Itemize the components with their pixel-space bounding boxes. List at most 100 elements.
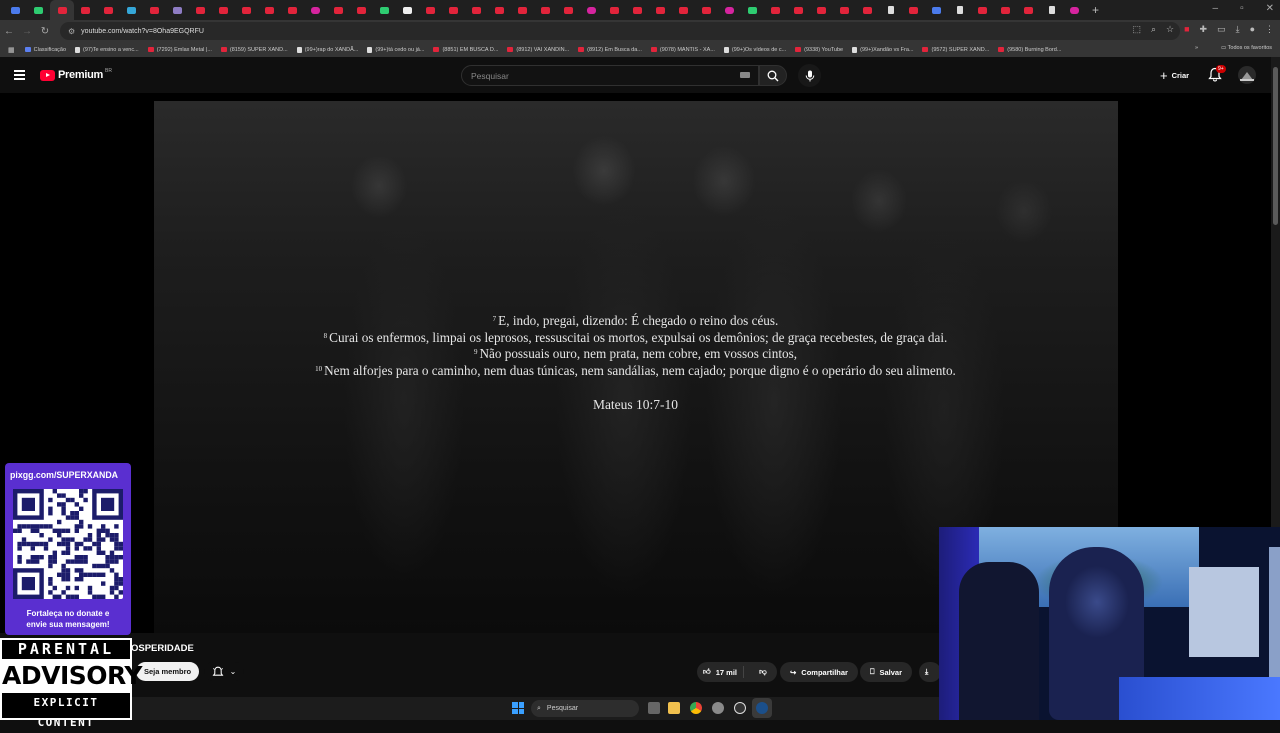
- install-icon[interactable]: ⬚: [1132, 24, 1141, 35]
- browser-tab[interactable]: [902, 0, 925, 20]
- download-button[interactable]: ⤓: [919, 662, 941, 682]
- bookmark-item[interactable]: (9580) Burning Bord...: [998, 47, 1061, 53]
- bookmark-item[interactable]: (8912) Em Busca da...: [578, 47, 642, 53]
- browser-tab[interactable]: [212, 0, 235, 20]
- browser-tab[interactable]: [97, 0, 120, 20]
- forward-icon[interactable]: →: [18, 26, 36, 37]
- save-button[interactable]: ⎕ Salvar: [860, 662, 913, 682]
- browser-tab[interactable]: [1063, 0, 1086, 20]
- notifications-button[interactable]: 9+: [1208, 65, 1226, 83]
- join-membership-button[interactable]: Seja membro: [136, 662, 200, 681]
- zoom-icon[interactable]: ⌕: [1151, 24, 1156, 35]
- address-bar[interactable]: ⚙ youtube.com/watch?v=8Oha9EGQRFU: [60, 22, 1180, 40]
- bookmark-item[interactable]: (8159) SUPER XAND...: [220, 47, 288, 53]
- keyboard-icon[interactable]: [740, 72, 750, 78]
- extension-icon[interactable]: ■: [1184, 24, 1189, 35]
- browser-tab[interactable]: [879, 0, 902, 20]
- site-info-icon[interactable]: ⚙: [68, 27, 75, 36]
- bookmark-item[interactable]: (8912) VAI XANDIN...: [507, 47, 569, 53]
- bookmark-item[interactable]: (7292) Emlax Metal |...: [147, 47, 212, 53]
- bookmark-item[interactable]: (99+)rap do XANDÃ...: [296, 46, 358, 53]
- bookmark-item[interactable]: (99+)Os vídeos de c...: [723, 46, 786, 53]
- browser-tab[interactable]: [994, 0, 1017, 20]
- browser-tab[interactable]: [281, 0, 304, 20]
- hamburger-menu-icon[interactable]: [14, 70, 25, 80]
- settings-icon[interactable]: [712, 702, 724, 714]
- browser-tab[interactable]: [672, 0, 695, 20]
- sidepanel-icon[interactable]: ▭: [1217, 24, 1226, 35]
- new-tab-icon[interactable]: +: [1092, 3, 1099, 17]
- maximize-icon[interactable]: ▫: [1240, 3, 1244, 14]
- browser-tab[interactable]: [764, 0, 787, 20]
- downloads-icon[interactable]: ⤓: [1236, 24, 1240, 35]
- bookmark-item[interactable]: (9078) MANTIS - XA...: [650, 47, 715, 53]
- reload-icon[interactable]: ↻: [36, 26, 54, 37]
- all-bookmarks[interactable]: ▭ Todos os favoritos: [1221, 45, 1272, 51]
- browser-tab[interactable]: [856, 0, 879, 20]
- browser-tab[interactable]: [396, 0, 419, 20]
- dislike-button[interactable]: 👎︎: [749, 667, 777, 677]
- voice-search-button[interactable]: [798, 64, 821, 87]
- browser-tab[interactable]: [1017, 0, 1040, 20]
- browser-tab[interactable]: [327, 0, 350, 20]
- more-bookmarks-icon[interactable]: »: [1195, 45, 1198, 51]
- browser-tab[interactable]: [649, 0, 672, 20]
- browser-tab[interactable]: [465, 0, 488, 20]
- create-button[interactable]: + Criar: [1152, 66, 1197, 85]
- browser-tab[interactable]: [120, 0, 143, 20]
- taskbar-search[interactable]: ⌕ Pesquisar: [531, 700, 639, 717]
- browser-tab[interactable]: [511, 0, 534, 20]
- task-view-icon[interactable]: [648, 702, 660, 714]
- steam-active-app[interactable]: [752, 698, 772, 718]
- browser-tab[interactable]: [235, 0, 258, 20]
- back-icon[interactable]: ←: [0, 26, 18, 37]
- browser-tab[interactable]: [74, 0, 97, 20]
- browser-tab[interactable]: [833, 0, 856, 20]
- browser-tab[interactable]: [373, 0, 396, 20]
- apps-grid-icon[interactable]: ▦: [8, 46, 15, 54]
- share-button[interactable]: ↪ Compartilhar: [780, 662, 858, 682]
- browser-tab[interactable]: [419, 0, 442, 20]
- close-window-icon[interactable]: ✕: [1266, 3, 1274, 14]
- browser-tab[interactable]: [741, 0, 764, 20]
- browser-tab[interactable]: [718, 0, 741, 20]
- profile-icon[interactable]: ●: [1250, 24, 1255, 35]
- browser-tab[interactable]: [27, 0, 50, 20]
- obs-icon[interactable]: [734, 702, 746, 714]
- browser-tab[interactable]: [4, 0, 27, 20]
- browser-tab[interactable]: [488, 0, 511, 20]
- search-button[interactable]: [759, 65, 787, 86]
- browser-tab[interactable]: [442, 0, 465, 20]
- browser-tab[interactable]: [166, 0, 189, 20]
- bookmark-item[interactable]: Classificação: [24, 47, 66, 53]
- browser-tab[interactable]: [143, 0, 166, 20]
- browser-tab[interactable]: [50, 0, 74, 20]
- like-button[interactable]: 👍︎ 17 mil: [697, 666, 744, 678]
- youtube-premium-logo[interactable]: Premium BR: [40, 68, 112, 81]
- browser-tab[interactable]: [534, 0, 557, 20]
- browser-tab[interactable]: [1040, 0, 1063, 20]
- browser-tab[interactable]: [258, 0, 281, 20]
- browser-tab[interactable]: [971, 0, 994, 20]
- browser-tab[interactable]: [304, 0, 327, 20]
- browser-tab[interactable]: [350, 0, 373, 20]
- windows-start-icon[interactable]: [512, 702, 524, 714]
- browser-tab[interactable]: [695, 0, 718, 20]
- browser-tab[interactable]: [189, 0, 212, 20]
- subscription-notification-button[interactable]: ⌄: [204, 662, 244, 681]
- avatar[interactable]: [1238, 66, 1256, 84]
- browser-tab[interactable]: [925, 0, 948, 20]
- file-explorer-icon[interactable]: [668, 702, 680, 714]
- bookmark-item[interactable]: (9572) SUPER XAND...: [922, 47, 989, 53]
- bookmark-star-icon[interactable]: ☆: [1166, 24, 1174, 35]
- bookmark-item[interactable]: (9338) YouTube: [795, 47, 843, 53]
- bookmark-item[interactable]: (8851) EM BUSCA D...: [433, 47, 498, 53]
- browser-tab[interactable]: [557, 0, 580, 20]
- extensions-puzzle-icon[interactable]: ✚: [1200, 24, 1208, 35]
- search-input[interactable]: Pesquisar: [461, 65, 759, 86]
- chrome-icon[interactable]: [690, 702, 702, 714]
- minimize-icon[interactable]: –: [1213, 3, 1219, 14]
- bookmark-item[interactable]: (99+)tá cedo ou já...: [367, 46, 424, 53]
- bookmark-item[interactable]: (97)Te ensino a venc...: [75, 46, 139, 53]
- bookmark-item[interactable]: (99+)Xandão vs Fra...: [852, 46, 913, 53]
